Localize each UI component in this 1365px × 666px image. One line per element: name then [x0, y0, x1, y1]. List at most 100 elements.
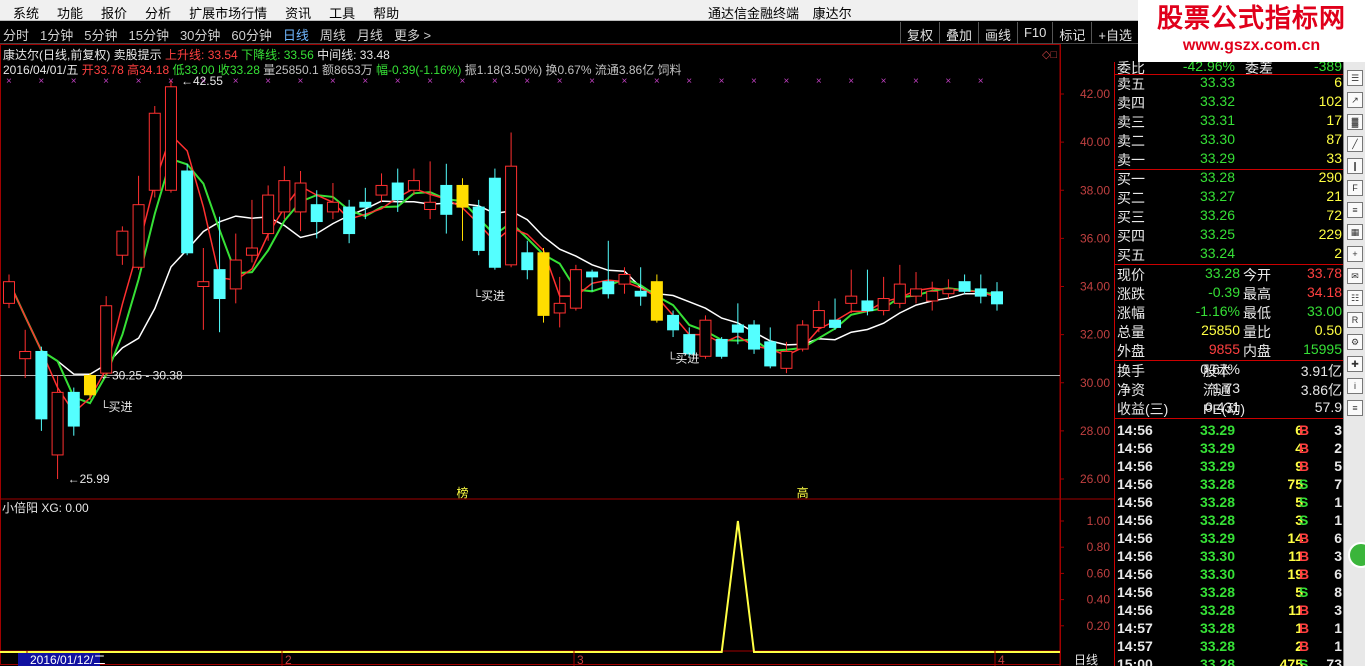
menu-item-6[interactable]: 工具 [320, 0, 364, 21]
chart-annotation: └买进 [667, 352, 700, 366]
menu-item-2[interactable]: 报价 [92, 0, 136, 21]
candle-body [181, 170, 194, 254]
news-icon[interactable]: ✉ [1347, 268, 1363, 284]
settings-icon[interactable]: ⚙ [1347, 334, 1363, 350]
menu-item-5[interactable]: 资讯 [276, 0, 320, 21]
candle-body [602, 281, 615, 295]
period-tab-7[interactable]: 周线 [320, 25, 346, 44]
watermark-title: 股票公式指标网 [1156, 3, 1346, 33]
signal-dot: × [719, 76, 725, 87]
candle-body [278, 180, 291, 213]
tick-price: 33.28 [1199, 620, 1235, 636]
buy-level-volume: 229 [1318, 226, 1342, 242]
ohlc-info-line: 2016/04/01/五 开33.78 高34.18 低33.00 收33.28… [3, 61, 682, 78]
stat-label: 涨跌 [1117, 286, 1145, 302]
book-icon[interactable]: ☷ [1347, 290, 1363, 306]
price-tick-label: 30.00 [1080, 376, 1110, 390]
list-icon[interactable]: ≡ [1347, 202, 1363, 218]
sell-level-volume: 6 [1334, 74, 1342, 90]
float-ball-icon[interactable] [1348, 542, 1365, 568]
candle-body [829, 319, 842, 328]
candle-body [310, 204, 323, 223]
candle-body [213, 269, 226, 300]
arrows-icon[interactable]: ✚ [1347, 356, 1363, 372]
quote-divider [1115, 418, 1344, 419]
tick-volume: 3 [1295, 512, 1303, 528]
tick-trade-row: 14:56 33.29 14 B 6 [1115, 530, 1344, 549]
f10-icon[interactable]: F [1347, 180, 1363, 196]
candle-body [861, 300, 874, 312]
menu-item-4[interactable]: 扩展市场行情 [180, 0, 276, 21]
candle-body [391, 182, 404, 201]
candle-body [67, 391, 80, 427]
tick-side: S [1299, 656, 1309, 666]
period-tab-0[interactable]: 分时 [3, 25, 29, 44]
fundamental-label: 净资 [1117, 382, 1145, 398]
tick-time: 14:56 [1117, 440, 1153, 456]
sell-level-row: 卖五 33.33 6 [1115, 74, 1344, 93]
menu-icon[interactable]: ≡ [1347, 400, 1363, 416]
zoom-icon[interactable]: + [1347, 246, 1363, 262]
tool-button-1[interactable]: 叠加 [938, 22, 978, 44]
tool-button-5[interactable]: +自选 [1091, 22, 1138, 44]
chart-icon[interactable]: ↗ [1347, 92, 1363, 108]
candle-body [51, 391, 64, 456]
tick-count: 1 [1334, 494, 1342, 510]
candle-icon[interactable]: ❙ [1347, 158, 1363, 174]
chart-marker: 高 [797, 485, 809, 500]
chart-tools: 复权 叠加 画线 F10 标记 +自选 [899, 22, 1138, 44]
stat-value: 33.28 [1204, 265, 1240, 281]
tick-side: S [1299, 584, 1309, 600]
fundamental-label: 换手 [1117, 363, 1145, 379]
menu-item-7[interactable]: 帮助 [364, 0, 408, 21]
grid-icon[interactable]: ☰ [1347, 70, 1363, 86]
fundamental-label: PE(动) [1203, 401, 1245, 417]
kline-chart[interactable]: 42.00 40.00 38.00 36.00 34.00 32.00 30.00 28.00… [0, 44, 1114, 666]
rsi-icon[interactable]: R [1347, 312, 1363, 328]
period-tab-5[interactable]: 60分钟 [231, 25, 271, 44]
candle-body [35, 350, 48, 420]
indicator-name: 卖股提示 [113, 48, 162, 62]
menu-item-1[interactable]: 功能 [48, 0, 92, 21]
tick-price: 33.28 [1199, 656, 1235, 666]
period-tab-3[interactable]: 15分钟 [128, 25, 168, 44]
table-icon[interactable]: ▦ [1347, 224, 1363, 240]
tick-side: S [1299, 476, 1309, 492]
tool-button-4[interactable]: 标记 [1052, 22, 1091, 44]
stat-value: 9855 [1208, 341, 1240, 357]
candle-body [991, 291, 1003, 305]
sell-level-row: 卖四 33.32 102 [1115, 93, 1344, 112]
chart-corner-icons: ◇□ [1042, 49, 1057, 61]
menu-item-3[interactable]: 分析 [136, 0, 180, 21]
stat-label: 今开 [1243, 267, 1271, 283]
candle-body [456, 184, 469, 208]
tick-trade-row: 15:00 33.28 475 S 73 [1115, 656, 1344, 666]
menu-item-0[interactable]: 系统 [4, 0, 48, 21]
bar-open: 开33.78 [81, 63, 124, 77]
period-tab-1[interactable]: 1分钟 [40, 25, 73, 44]
tool-button-2[interactable]: 画线 [977, 22, 1017, 44]
line-icon[interactable]: ╱ [1347, 136, 1363, 152]
tick-volume: 14 [1287, 530, 1303, 546]
bar-icon[interactable]: ▓ [1347, 114, 1363, 130]
tick-time: 14:56 [1117, 512, 1153, 528]
period-tab-9[interactable]: 更多 > [394, 25, 431, 44]
tool-button-0[interactable]: 复权 [899, 22, 939, 44]
candle-body [245, 247, 258, 256]
kline-chart-svg[interactable]: 42.00 40.00 38.00 36.00 34.00 32.00 30.00 28.00… [0, 44, 1114, 666]
tick-time: 15:00 [1117, 656, 1153, 666]
signal-dot: × [881, 76, 887, 87]
bar-turnover: 换0.67% [545, 63, 592, 77]
period-tab-8[interactable]: 月线 [357, 25, 383, 44]
signal-dot: × [913, 76, 919, 87]
tool-button-3[interactable]: F10 [1016, 22, 1052, 44]
period-tab-4[interactable]: 30分钟 [180, 25, 220, 44]
period-tab-2[interactable]: 5分钟 [84, 25, 117, 44]
signal-dot: × [816, 76, 822, 87]
tick-trade-row: 14:56 33.28 75 S 7 [1115, 476, 1344, 495]
info-icon[interactable]: i [1347, 378, 1363, 394]
chart-annotation: ←30.25 - 30.38 [100, 369, 183, 383]
candle-body [650, 281, 663, 321]
period-tab-6[interactable]: 日线 [283, 25, 309, 44]
tick-volume: 475 [1279, 656, 1303, 666]
